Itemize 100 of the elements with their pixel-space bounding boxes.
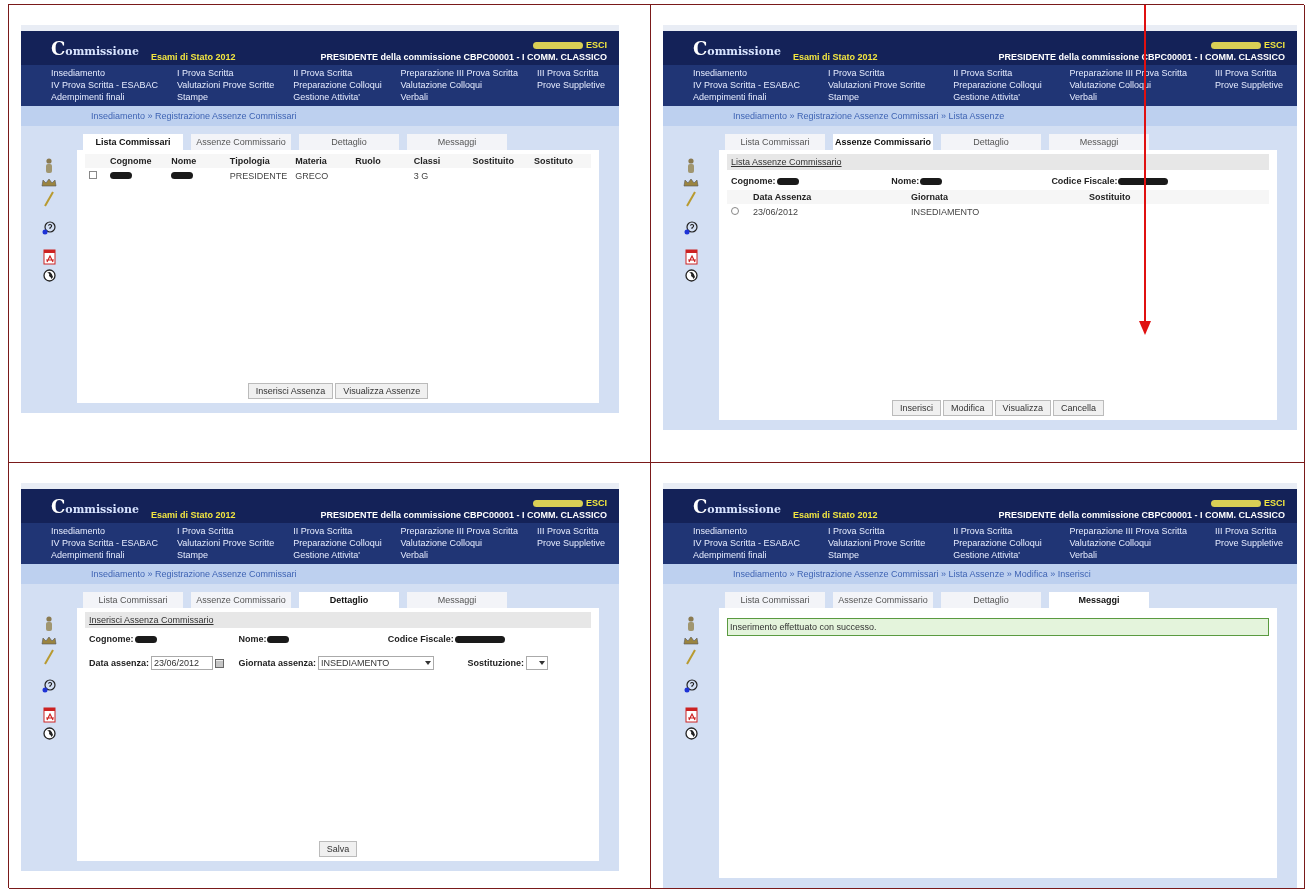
section-title[interactable]: Inserisci Assenza Commissario <box>89 615 214 625</box>
menu-item[interactable]: Verbali <box>400 92 519 103</box>
menu-item[interactable]: Gestione Attivita' <box>293 550 382 561</box>
dropdown-field[interactable] <box>525 656 548 670</box>
menu-item[interactable]: III Prova Scritta <box>1214 526 1283 537</box>
menu-item[interactable]: Insediamento <box>693 526 801 537</box>
menu-item[interactable]: Verbali <box>400 550 519 561</box>
logout-link[interactable]: ESCI <box>586 498 607 508</box>
logout-link[interactable]: ESCI <box>586 40 607 50</box>
menu-item[interactable]: Stampe <box>176 550 275 561</box>
crown-icon[interactable] <box>41 636 57 645</box>
menu-item[interactable]: Gestione Attivita' <box>953 550 1042 561</box>
figure-icon[interactable] <box>685 158 697 174</box>
tab[interactable]: Assenze Commissario <box>191 134 291 150</box>
date-field[interactable]: 23/06/2012 <box>151 656 214 670</box>
pdf-icon[interactable] <box>42 707 56 723</box>
help-icon[interactable] <box>684 221 698 235</box>
menu-item[interactable]: II Prova Scritta <box>953 526 1042 537</box>
tab[interactable]: Messaggi <box>1049 134 1149 150</box>
menu-item[interactable]: Prove Suppletive <box>1214 538 1283 549</box>
dropdown-field[interactable]: INSEDIAMENTO <box>317 656 434 670</box>
menu-item[interactable]: Valutazione Colloqui <box>400 538 519 549</box>
menu-item[interactable]: II Prova Scritta <box>953 68 1042 79</box>
menu-item[interactable]: III Prova Scritta <box>536 68 605 79</box>
menu-item[interactable]: Adempimenti finali <box>693 550 801 561</box>
tab[interactable]: Messaggi <box>407 592 507 608</box>
menu-item[interactable]: Adempimenti finali <box>693 92 801 103</box>
crown-icon[interactable] <box>41 178 57 187</box>
menu-item[interactable]: Preparazione Colloqui <box>293 538 382 549</box>
menu-item[interactable]: Preparazione III Prova Scritta <box>1069 526 1188 537</box>
pdf-icon[interactable] <box>42 249 56 265</box>
menu-item[interactable]: Stampe <box>827 92 926 103</box>
action-button[interactable]: Inserisci Assenza <box>247 383 334 399</box>
menu-item[interactable]: Adempimenti finali <box>51 92 159 103</box>
menu-item[interactable]: Preparazione III Prova Scritta <box>400 68 519 79</box>
section-title[interactable]: Lista Assenze Commissario <box>731 157 842 167</box>
tab[interactable]: Assenze Commissario <box>833 592 933 608</box>
crown-icon[interactable] <box>683 178 699 187</box>
figure-icon[interactable] <box>43 158 55 174</box>
tab[interactable]: Messaggi <box>1049 592 1149 608</box>
menu-item[interactable]: I Prova Scritta <box>176 526 275 537</box>
tab[interactable]: Lista Commissari <box>83 134 183 150</box>
menu-item[interactable]: Valutazioni Prove Scritte <box>176 538 275 549</box>
menu-item[interactable]: Preparazione Colloqui <box>293 80 382 91</box>
action-button[interactable]: Salva <box>318 841 358 857</box>
menu-item[interactable]: Verbali <box>1069 92 1188 103</box>
tab[interactable]: Dettaglio <box>941 134 1041 150</box>
action-button[interactable]: Visualizza Assenze <box>335 383 429 399</box>
help-icon[interactable] <box>684 679 698 693</box>
menu-item[interactable]: Prove Suppletive <box>536 80 605 91</box>
menu-item[interactable]: Valutazione Colloqui <box>400 80 519 91</box>
menu-item[interactable]: Gestione Attivita' <box>953 92 1042 103</box>
tab[interactable]: Dettaglio <box>299 592 399 608</box>
tab[interactable]: Dettaglio <box>299 134 399 150</box>
menu-item[interactable]: Gestione Attivita' <box>293 92 382 103</box>
menu-item[interactable]: Insediamento <box>693 68 801 79</box>
menu-item[interactable]: III Prova Scritta <box>1214 68 1283 79</box>
pdf-icon[interactable] <box>684 249 698 265</box>
menu-item[interactable]: Adempimenti finali <box>51 550 159 561</box>
tab[interactable]: Dettaglio <box>941 592 1041 608</box>
figure-icon[interactable] <box>685 616 697 632</box>
figure-icon[interactable] <box>43 616 55 632</box>
menu-item[interactable]: Prove Suppletive <box>536 538 605 549</box>
menu-item[interactable]: Stampe <box>827 550 926 561</box>
logout-link[interactable]: ESCI <box>1264 498 1285 508</box>
menu-item[interactable]: Stampe <box>176 92 275 103</box>
tab[interactable]: Lista Commissari <box>83 592 183 608</box>
globe-icon[interactable] <box>684 269 698 282</box>
menu-item[interactable]: Valutazioni Prove Scritte <box>827 538 926 549</box>
globe-icon[interactable] <box>42 727 56 740</box>
crown-icon[interactable] <box>683 636 699 645</box>
menu-item[interactable]: I Prova Scritta <box>827 526 926 537</box>
menu-item[interactable]: IV Prova Scritta - ESABAC <box>693 538 801 549</box>
menu-item[interactable]: IV Prova Scritta - ESABAC <box>693 80 801 91</box>
tab[interactable]: Assenze Commissario <box>833 134 933 150</box>
menu-item[interactable]: Preparazione Colloqui <box>953 538 1042 549</box>
globe-icon[interactable] <box>42 269 56 282</box>
help-icon[interactable] <box>42 679 56 693</box>
calendar-icon[interactable] <box>215 658 225 668</box>
menu-item[interactable]: Preparazione Colloqui <box>953 80 1042 91</box>
menu-item[interactable]: Verbali <box>1069 550 1188 561</box>
menu-item[interactable]: Preparazione III Prova Scritta <box>400 526 519 537</box>
menu-item[interactable]: II Prova Scritta <box>293 526 382 537</box>
menu-item[interactable]: Valutazioni Prove Scritte <box>827 80 926 91</box>
tab[interactable]: Messaggi <box>407 134 507 150</box>
menu-item[interactable]: I Prova Scritta <box>176 68 275 79</box>
menu-item[interactable]: IV Prova Scritta - ESABAC <box>51 538 159 549</box>
menu-item[interactable]: I Prova Scritta <box>827 68 926 79</box>
logout-link[interactable]: ESCI <box>1264 40 1285 50</box>
row-checkbox[interactable] <box>89 171 97 179</box>
menu-item[interactable]: II Prova Scritta <box>293 68 382 79</box>
menu-item[interactable]: III Prova Scritta <box>536 526 605 537</box>
action-button[interactable]: Cancella <box>1052 400 1104 416</box>
action-button[interactable]: Modifica <box>943 400 993 416</box>
action-button[interactable]: Inserisci <box>892 400 942 416</box>
menu-item[interactable]: Valutazioni Prove Scritte <box>176 80 275 91</box>
menu-item[interactable]: Insediamento <box>51 526 159 537</box>
menu-item[interactable]: Insediamento <box>51 68 159 79</box>
help-icon[interactable] <box>42 221 56 235</box>
pdf-icon[interactable] <box>684 707 698 723</box>
